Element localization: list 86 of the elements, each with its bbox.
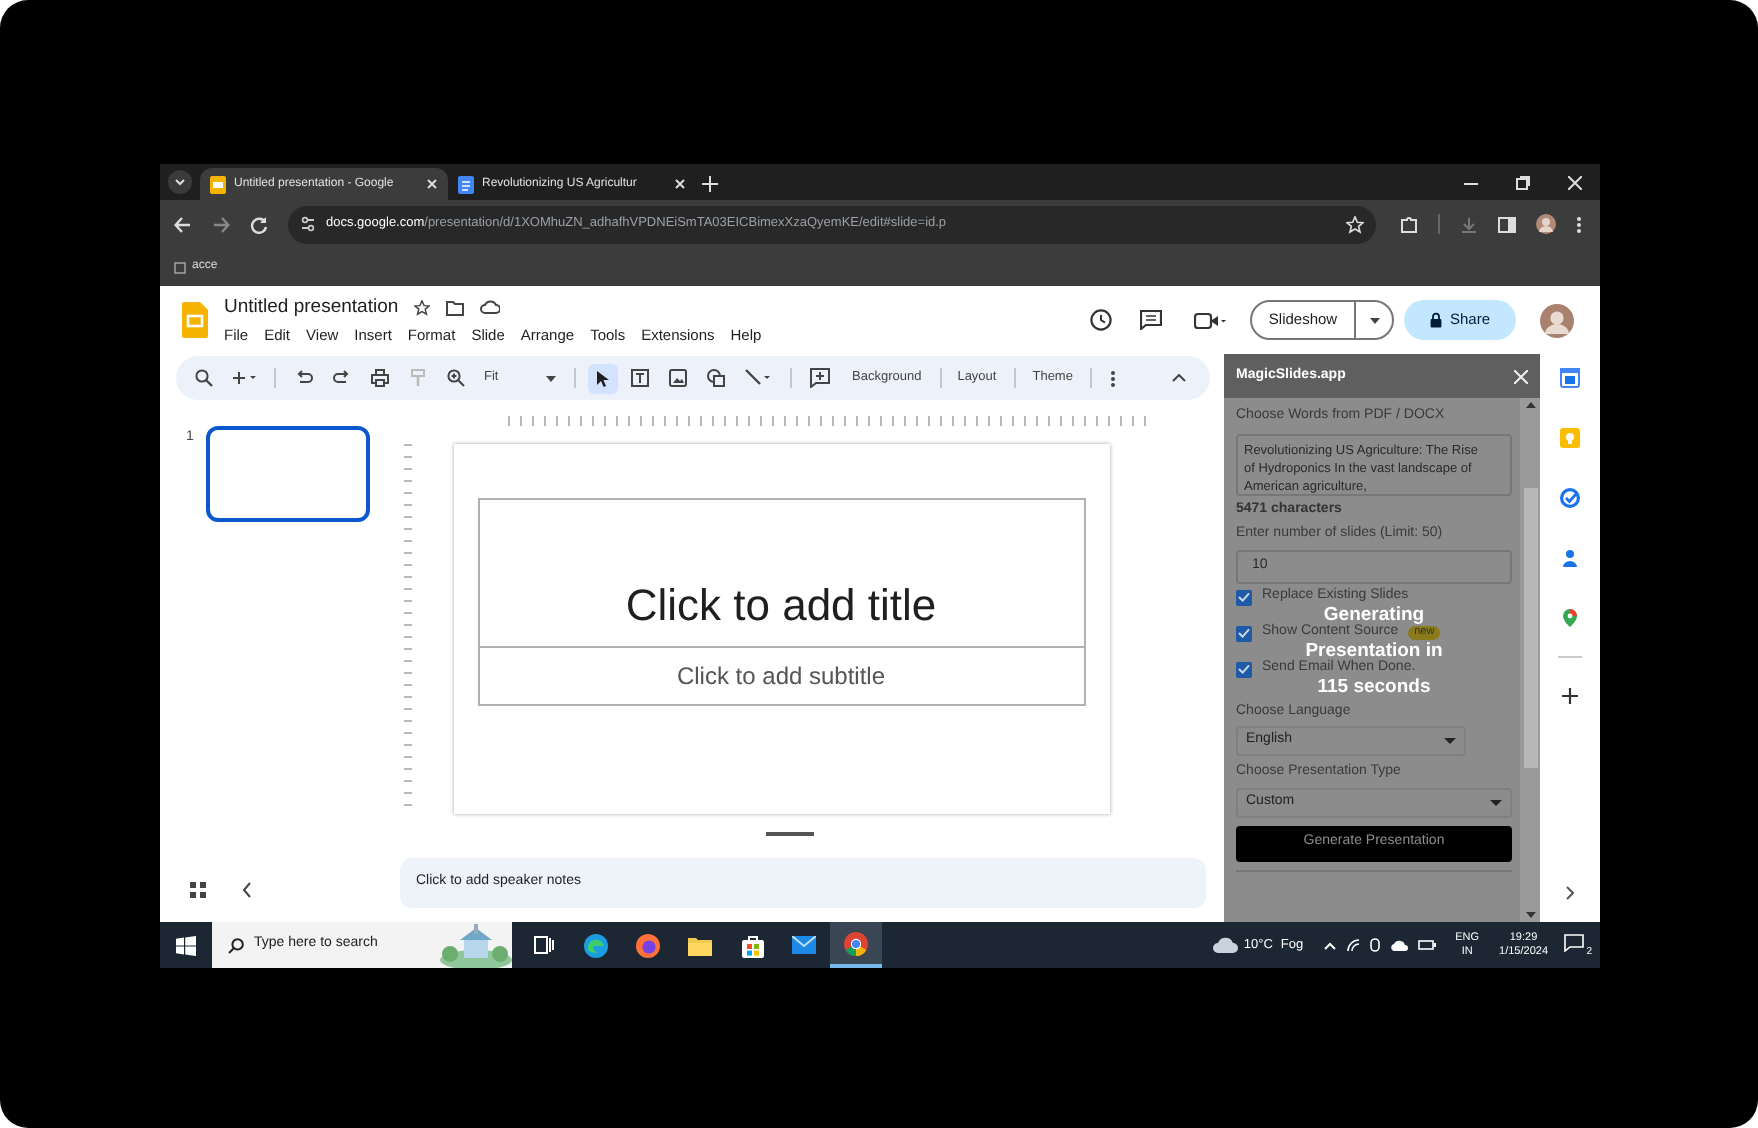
line-icon[interactable] <box>744 368 772 388</box>
text-box-icon[interactable] <box>630 368 650 388</box>
check-icon <box>1238 592 1250 602</box>
store-icon <box>741 933 763 957</box>
scrollbar-thumb[interactable] <box>1523 488 1537 768</box>
checkbox[interactable] <box>1236 625 1252 641</box>
star-icon[interactable] <box>414 299 431 316</box>
image-icon[interactable] <box>668 368 688 388</box>
folder-icon[interactable] <box>446 299 465 316</box>
start-icon[interactable] <box>176 935 196 955</box>
contacts-icon[interactable] <box>1560 548 1580 568</box>
tab-list-icon[interactable] <box>168 170 192 194</box>
add-comment-icon[interactable] <box>810 368 830 388</box>
tasks-icon[interactable] <box>1560 488 1580 508</box>
mail-icon <box>792 936 816 954</box>
expand-icon[interactable] <box>1566 886 1574 900</box>
dropdown-icon <box>546 375 556 381</box>
side-panel-icon[interactable] <box>1498 215 1516 233</box>
collapse-filmstrip-icon[interactable] <box>242 882 252 898</box>
shape-icon[interactable] <box>706 368 726 388</box>
lock-icon <box>1429 312 1442 328</box>
scroll-down-icon[interactable] <box>1525 912 1535 918</box>
account-avatar-icon[interactable] <box>1540 303 1574 337</box>
dropdown-icon <box>1444 738 1456 744</box>
title-placeholder[interactable]: Click to add title <box>477 498 1085 648</box>
firefox-icon <box>636 933 660 957</box>
folder-icon <box>688 935 712 955</box>
grid-view-icon[interactable] <box>190 882 206 898</box>
network-icon[interactable] <box>1345 938 1360 952</box>
tray-chevron-icon[interactable] <box>1323 941 1336 949</box>
extensions-icon[interactable] <box>1400 215 1418 233</box>
comment-icon[interactable] <box>1140 310 1162 330</box>
search-icon <box>228 937 244 953</box>
search-icon[interactable] <box>194 368 214 388</box>
onedrive-icon[interactable] <box>1389 939 1408 951</box>
battery-icon[interactable] <box>1417 940 1436 950</box>
page-icon <box>174 261 186 273</box>
more-icon[interactable] <box>1110 369 1117 387</box>
slide-thumbnail[interactable] <box>205 426 370 522</box>
forward-icon[interactable] <box>212 215 230 233</box>
check-icon <box>1238 664 1250 674</box>
slides-logo-icon <box>210 175 226 193</box>
close-icon[interactable] <box>1514 369 1528 383</box>
print-icon[interactable] <box>370 368 390 388</box>
dropdown-icon <box>1490 799 1502 805</box>
site-settings-icon <box>300 216 316 232</box>
document-title[interactable]: Untitled presentation <box>224 293 399 322</box>
collapse-icon[interactable] <box>1172 374 1186 382</box>
reload-icon[interactable] <box>250 215 268 233</box>
chrome-icon <box>844 931 868 955</box>
back-icon[interactable] <box>174 215 192 233</box>
progress-message: 115 seconds <box>1317 677 1431 697</box>
close-icon[interactable] <box>674 178 686 190</box>
undo-icon[interactable] <box>294 368 314 388</box>
new-tab-icon[interactable] <box>702 176 718 192</box>
restore-icon[interactable] <box>1516 176 1530 190</box>
checkbox[interactable] <box>1236 589 1252 605</box>
check-icon <box>1238 628 1250 638</box>
add-icon[interactable] <box>1560 686 1580 706</box>
zoom-icon[interactable] <box>446 368 466 388</box>
subtitle-placeholder[interactable]: Click to add subtitle <box>477 648 1085 706</box>
edge-icon <box>584 933 608 957</box>
cloud-icon[interactable] <box>480 300 501 315</box>
close-icon[interactable] <box>1568 176 1582 190</box>
cloud-icon[interactable] <box>1211 936 1238 954</box>
notification-icon <box>1564 933 1584 951</box>
select-tool-button[interactable] <box>588 363 618 393</box>
scroll-up-icon[interactable] <box>1525 402 1535 408</box>
map-pin-icon[interactable] <box>1560 608 1580 628</box>
close-icon[interactable] <box>426 178 438 190</box>
avatar-icon[interactable] <box>1536 214 1556 234</box>
add-icon[interactable] <box>232 370 256 386</box>
more-icon[interactable] <box>1576 215 1582 233</box>
redo-icon[interactable] <box>332 368 352 388</box>
pointer-icon <box>596 369 610 387</box>
dropdown-icon[interactable] <box>1370 317 1380 323</box>
checkbox[interactable] <box>1236 661 1252 677</box>
download-icon[interactable] <box>1460 215 1478 233</box>
calendar-icon[interactable] <box>1560 368 1580 388</box>
progress-message: Generating <box>1323 605 1425 625</box>
history-icon[interactable] <box>1088 308 1112 332</box>
docs-logo-icon <box>458 175 474 193</box>
resize-handle[interactable] <box>765 832 813 836</box>
task-view-icon <box>534 936 554 954</box>
camera-icon[interactable] <box>1194 311 1226 329</box>
progress-message: Presentation in <box>1305 641 1443 661</box>
